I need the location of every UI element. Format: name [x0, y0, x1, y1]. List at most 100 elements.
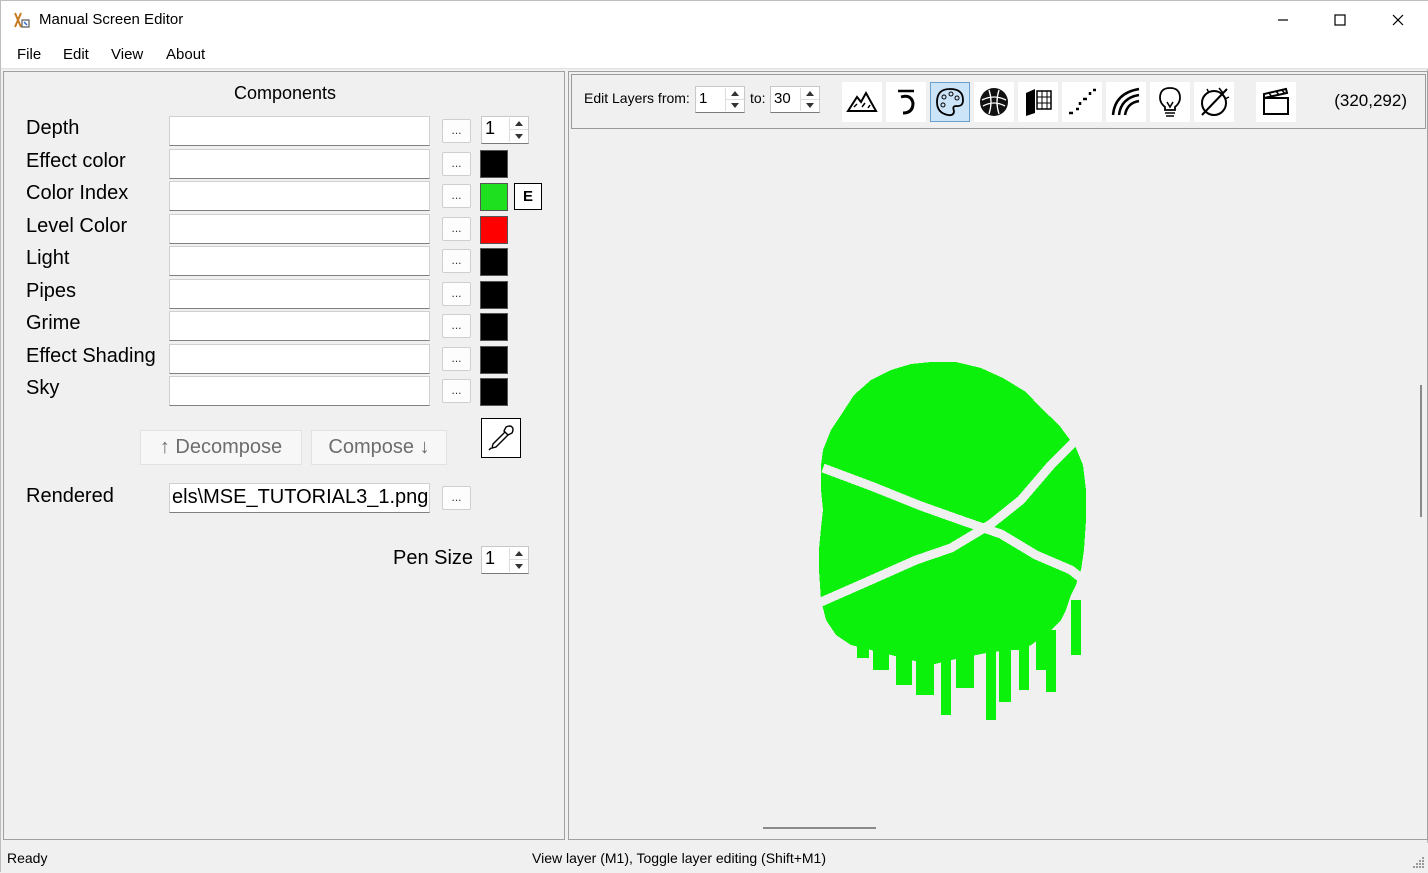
- color-index-browse-button[interactable]: ...: [442, 184, 471, 208]
- menu-file[interactable]: File: [17, 46, 41, 63]
- cut-circle-tool-button[interactable]: [1194, 82, 1234, 122]
- editor-panel: Edit Layers from: 1 to: 30 (320,292): [568, 71, 1428, 840]
- palette-tool-button[interactable]: [930, 82, 970, 122]
- menu-view[interactable]: View: [111, 46, 143, 63]
- layers-from-spinner[interactable]: 1: [695, 86, 745, 113]
- sky-field[interactable]: [169, 376, 430, 406]
- depth-spinner[interactable]: 1: [481, 116, 529, 144]
- dotted-path-icon: [1069, 88, 1096, 115]
- grime-browse-button[interactable]: ...: [442, 314, 471, 338]
- color-index-field[interactable]: [169, 181, 430, 211]
- spin-up-icon[interactable]: [510, 118, 528, 130]
- drawing-canvas[interactable]: [571, 130, 1426, 829]
- spin-down-icon[interactable]: [801, 100, 819, 112]
- status-text: Ready: [7, 850, 48, 866]
- effect-shading-swatch[interactable]: [480, 346, 508, 374]
- maximize-button[interactable]: [1311, 1, 1369, 39]
- sky-swatch[interactable]: [480, 378, 508, 406]
- title-bar: Manual Screen Editor: [1, 1, 1428, 39]
- color-index-swatch[interactable]: [480, 183, 508, 211]
- spin-down-icon[interactable]: [510, 130, 528, 142]
- label-light: Light: [26, 247, 70, 269]
- label-color-index: Color Index: [26, 182, 129, 204]
- depth-field[interactable]: [169, 116, 430, 146]
- light-swatch[interactable]: [480, 248, 508, 276]
- layers-from-value: 1: [699, 90, 708, 107]
- grime-swatch[interactable]: [480, 313, 508, 341]
- eyedropper-button[interactable]: [481, 418, 521, 458]
- label-rendered: Rendered: [26, 485, 114, 507]
- clapperboard-tool-button[interactable]: [1256, 82, 1296, 122]
- lightbulb-icon: [1159, 87, 1181, 117]
- effect-color-browse-button[interactable]: ...: [442, 152, 471, 176]
- palette-icon: [936, 88, 964, 117]
- undo-arc-tool-button[interactable]: [886, 82, 926, 122]
- pipes-browse-button[interactable]: ...: [442, 282, 471, 306]
- spin-up-icon[interactable]: [510, 548, 528, 560]
- undo-arc-icon: [898, 89, 915, 115]
- rainbow-tool-button[interactable]: [1106, 82, 1146, 122]
- menu-edit[interactable]: Edit: [63, 46, 89, 63]
- lightbulb-tool-button[interactable]: [1150, 82, 1190, 122]
- horizontal-scrollbar-thumb[interactable]: [763, 827, 876, 829]
- close-button[interactable]: [1369, 1, 1427, 39]
- pipes-swatch[interactable]: [480, 281, 508, 309]
- pipes-field[interactable]: [169, 279, 430, 309]
- components-title: Components: [233, 83, 337, 103]
- components-panel: Components Depth ... 1 Effect color ... …: [3, 71, 565, 840]
- level-color-swatch[interactable]: [480, 216, 508, 244]
- label-effect-shading: Effect Shading: [26, 345, 156, 367]
- layers-to-spinner[interactable]: 30: [770, 86, 820, 113]
- grid-cube-tool-button[interactable]: [1018, 82, 1058, 122]
- clapperboard-icon: [1263, 87, 1289, 115]
- cursor-coordinates: (320,292): [1334, 91, 1407, 110]
- light-browse-button[interactable]: ...: [442, 249, 471, 273]
- level-color-field[interactable]: [169, 214, 430, 244]
- terrain-icon: [846, 90, 878, 112]
- color-index-edit-button[interactable]: E: [514, 183, 542, 210]
- compose-button[interactable]: Compose ↓: [311, 430, 447, 465]
- label-sky: Sky: [26, 377, 60, 399]
- pen-size-spinner[interactable]: 1: [481, 546, 529, 574]
- layers-to-value: 30: [774, 90, 791, 107]
- rendered-field[interactable]: els\MSE_TUTORIAL3_1.png: [169, 483, 430, 513]
- spin-down-icon[interactable]: [510, 560, 528, 572]
- grid-cube-icon: [1026, 89, 1052, 116]
- pen-size-value: 1: [485, 548, 496, 568]
- resize-grip-icon[interactable]: [1411, 855, 1425, 869]
- app-window: Manual Screen Editor File Edit View Abou…: [0, 0, 1428, 873]
- app-logo-icon: [14, 12, 30, 28]
- eyedropper-icon: [488, 425, 514, 451]
- light-field[interactable]: [169, 246, 430, 276]
- sky-browse-button[interactable]: ...: [442, 379, 471, 403]
- status-hint: View layer (M1), Toggle layer editing (S…: [532, 850, 826, 866]
- effect-color-swatch[interactable]: [480, 150, 508, 178]
- cut-circle-icon: [1201, 87, 1230, 116]
- minimize-button[interactable]: [1254, 1, 1312, 39]
- level-color-browse-button[interactable]: ...: [442, 217, 471, 241]
- vertical-scrollbar-thumb[interactable]: [1420, 385, 1422, 517]
- menu-about[interactable]: About: [166, 46, 205, 63]
- label-depth: Depth: [26, 117, 80, 139]
- effect-color-field[interactable]: [169, 149, 430, 179]
- ball-tool-button[interactable]: [974, 82, 1014, 122]
- spin-up-icon[interactable]: [801, 88, 819, 100]
- edit-layers-from-label: Edit Layers from:: [584, 90, 690, 106]
- depth-browse-button[interactable]: ...: [442, 119, 471, 143]
- label-pen-size: Pen Size: [393, 547, 474, 569]
- decompose-button[interactable]: ↑ Decompose: [140, 430, 302, 465]
- rainbow-icon: [1111, 87, 1140, 116]
- dotted-path-tool-button[interactable]: [1062, 82, 1102, 122]
- spin-up-icon[interactable]: [726, 88, 744, 100]
- depth-spinner-value: 1: [485, 118, 496, 138]
- minimize-icon: [1278, 19, 1288, 21]
- label-level-color: Level Color: [26, 215, 128, 237]
- effect-shading-field[interactable]: [169, 344, 430, 374]
- rendered-browse-button[interactable]: ...: [442, 486, 471, 510]
- terrain-tool-button[interactable]: [842, 82, 882, 122]
- spin-down-icon[interactable]: [726, 100, 744, 112]
- maximize-icon: [1334, 14, 1346, 26]
- canvas-image[interactable]: [571, 130, 1426, 820]
- effect-shading-browse-button[interactable]: ...: [442, 347, 471, 371]
- grime-field[interactable]: [169, 311, 430, 341]
